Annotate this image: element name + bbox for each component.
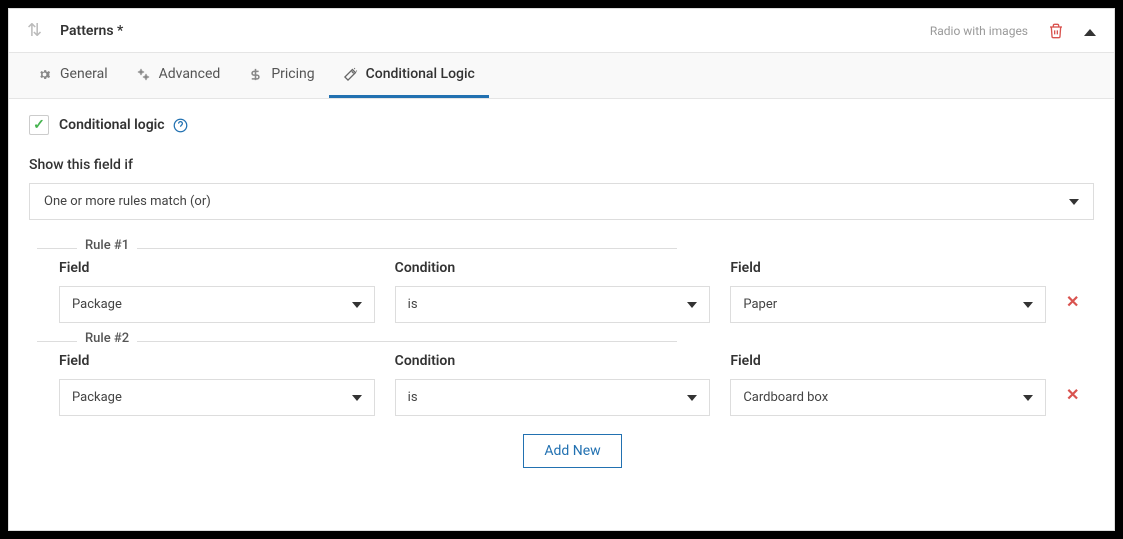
tab-advanced[interactable]: Advanced xyxy=(122,53,235,98)
chevron-down-icon xyxy=(1023,302,1033,308)
match-type-select[interactable]: One or more rules match (or) xyxy=(29,183,1094,220)
field-column-label: Field xyxy=(59,260,375,276)
collapse-icon[interactable] xyxy=(1084,21,1096,40)
wand-icon xyxy=(343,67,358,82)
chevron-down-icon xyxy=(352,395,362,401)
chevron-down-icon xyxy=(1069,199,1079,205)
rule-condition-value: is xyxy=(408,297,418,312)
remove-rule-icon[interactable]: ✕ xyxy=(1066,385,1086,416)
rule-row: Field Package Condition is xyxy=(59,341,1086,416)
chevron-down-icon xyxy=(352,302,362,308)
conditional-logic-label: Conditional logic xyxy=(59,117,165,133)
tab-label: Pricing xyxy=(271,66,314,82)
field-column-label: Field xyxy=(59,353,375,369)
rule-field-select[interactable]: Package xyxy=(59,286,375,323)
match-type-value: One or more rules match (or) xyxy=(44,194,211,209)
condition-column-label: Condition xyxy=(395,353,711,369)
tab-pricing[interactable]: Pricing xyxy=(234,53,328,98)
field-title: Patterns * xyxy=(60,23,930,39)
condition-column-label: Condition xyxy=(395,260,711,276)
rule-condition-select[interactable]: is xyxy=(395,286,711,323)
dollar-icon xyxy=(248,67,263,82)
rule-value-value: Cardboard box xyxy=(743,390,828,405)
chevron-down-icon xyxy=(687,302,697,308)
chevron-down-icon xyxy=(687,395,697,401)
tab-conditional-logic[interactable]: Conditional Logic xyxy=(329,53,489,98)
show-field-label: Show this field if xyxy=(29,157,1094,173)
panel-header: ⇅ Patterns * Radio with images xyxy=(9,9,1114,53)
value-column-label: Field xyxy=(730,260,1046,276)
drag-handle-icon[interactable]: ⇅ xyxy=(27,20,42,41)
rule-field-value: Package xyxy=(72,297,122,312)
add-new-button[interactable]: Add New xyxy=(523,434,621,468)
tab-label: Conditional Logic xyxy=(366,66,475,82)
rule-field-select[interactable]: Package xyxy=(59,379,375,416)
gear-icon xyxy=(37,67,52,82)
field-type-label: Radio with images xyxy=(930,24,1028,38)
conditional-logic-checkbox[interactable] xyxy=(29,115,49,135)
rule-condition-value: is xyxy=(408,390,418,405)
rule-condition-select[interactable]: is xyxy=(395,379,711,416)
value-column-label: Field xyxy=(730,353,1046,369)
rule-field-value: Package xyxy=(72,390,122,405)
tab-general[interactable]: General xyxy=(23,53,122,98)
tab-bar: General Advanced Pricing Conditional Log… xyxy=(9,53,1114,99)
trash-icon[interactable] xyxy=(1048,23,1064,39)
remove-rule-icon[interactable]: ✕ xyxy=(1066,292,1086,323)
rule-value-select[interactable]: Paper xyxy=(730,286,1046,323)
help-icon[interactable] xyxy=(173,118,188,133)
rule-value-select[interactable]: Cardboard box xyxy=(730,379,1046,416)
rule-value-value: Paper xyxy=(743,297,777,312)
chevron-down-icon xyxy=(1023,395,1033,401)
tab-label: Advanced xyxy=(159,66,221,82)
rule-legend: Rule #2 xyxy=(77,331,137,346)
tab-label: General xyxy=(60,66,108,82)
gears-icon xyxy=(136,67,151,82)
rule-row: Field Package Condition is xyxy=(59,248,1086,323)
rule-legend: Rule #1 xyxy=(77,238,137,253)
